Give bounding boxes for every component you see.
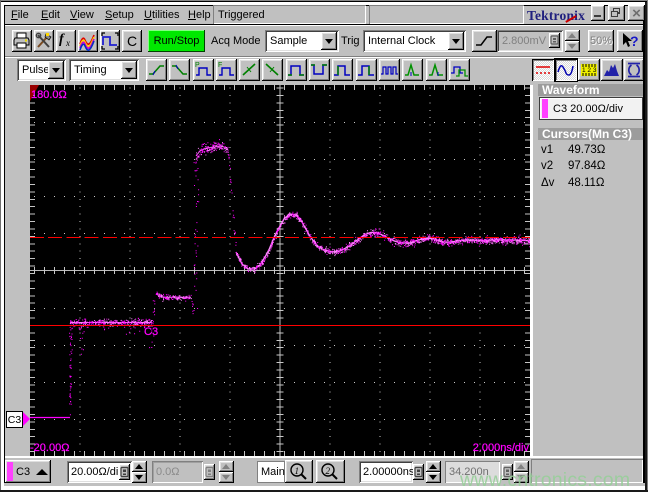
svg-text:2.000ns/div: 2.000ns/div bbox=[473, 442, 530, 454]
svg-text:C3: C3 bbox=[144, 326, 158, 338]
svg-text:1 2 3: 1 2 3 bbox=[582, 67, 597, 74]
svg-text:-20.00Ω: -20.00Ω bbox=[30, 442, 69, 454]
svg-text:?: ? bbox=[630, 33, 639, 49]
svg-text:2: 2 bbox=[326, 466, 331, 476]
svg-text:180.0Ω: 180.0Ω bbox=[31, 89, 67, 101]
svg-text:1: 1 bbox=[295, 466, 300, 476]
